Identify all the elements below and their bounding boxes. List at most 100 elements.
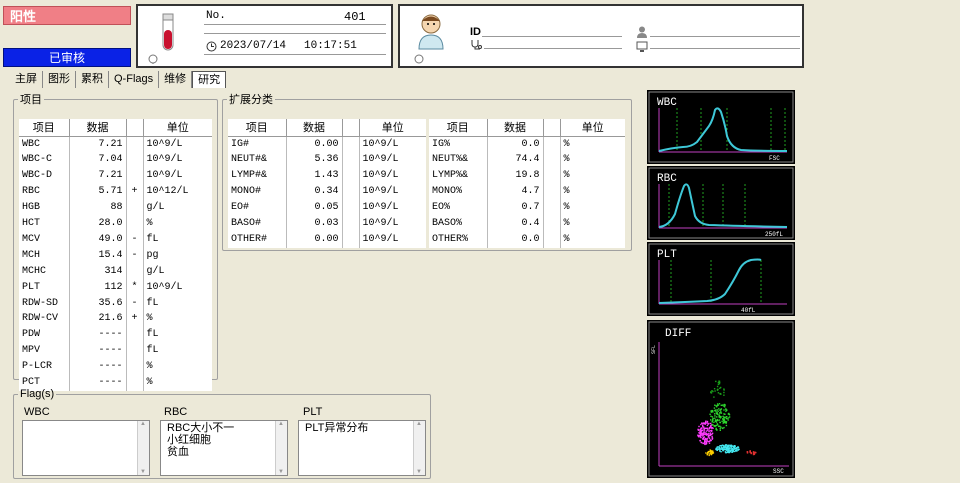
- sample-no-value: 401: [344, 10, 366, 24]
- extended-pct-row[interactable]: OTHER% 0.0%: [429, 231, 625, 248]
- ext-abs-header-unit: 单位: [359, 119, 426, 137]
- patient-id-label: ID: [470, 26, 481, 38]
- item-unit: 10^9/L: [362, 138, 399, 150]
- item-value: 0.0: [487, 136, 544, 153]
- extended-abs-row[interactable]: IG# 0.00 10^9/L: [228, 136, 426, 153]
- diff-scattergram[interactable]: DIFF SFL SSC: [647, 320, 795, 478]
- item-value: 0.0: [487, 231, 544, 248]
- items-table-row[interactable]: RDW-CV 21.6 +%: [19, 311, 212, 328]
- wbc-flags-scrollbar[interactable]: [137, 421, 149, 475]
- item-flag: +: [126, 184, 144, 201]
- extended-abs-row[interactable]: MONO# 0.34 10^9/L: [228, 184, 426, 201]
- extended-pct-row[interactable]: EO% 0.7%: [429, 200, 625, 217]
- diff-y-axis-label: SFL: [651, 345, 657, 354]
- items-table-row[interactable]: MCHC 314 g/L: [19, 263, 212, 280]
- items-table-row[interactable]: WBC-C 7.04 10^9/L: [19, 152, 212, 169]
- flags-rbc-label: RBC: [164, 406, 188, 418]
- item-unit: %: [146, 313, 153, 325]
- plt-axis-label: 40fL: [741, 307, 756, 314]
- rbc-flags-list[interactable]: RBC大小不一 小红细胞 贫血: [160, 420, 288, 476]
- item-flag: [342, 231, 360, 248]
- items-table-row[interactable]: PLT 112 * 10^9/L: [19, 279, 212, 296]
- item-name: RBC: [19, 184, 70, 201]
- extended-pct-row[interactable]: BASO% 0.4%: [429, 216, 625, 232]
- item-value: 28.0: [69, 216, 127, 232]
- item-name: WBC-C: [19, 152, 70, 169]
- items-table-row[interactable]: HGB 88 g/L: [19, 200, 212, 217]
- extended-pct-row[interactable]: MONO% 4.7%: [429, 184, 625, 201]
- doctor-avatar-icon: [418, 14, 444, 50]
- items-table-row[interactable]: WBC 7.21 10^9/L: [19, 136, 212, 153]
- extended-abs-row[interactable]: BASO# 0.03 10^9/L: [228, 216, 426, 232]
- plt-discriminator-lines: [670, 260, 762, 304]
- wbc-flags-list[interactable]: [22, 420, 150, 476]
- stethoscope-icon: [471, 40, 482, 50]
- item-unit: %: [563, 202, 570, 214]
- flags-group: Flag(s) WBC RBC PLT RBC大小不一 小红细胞 贫血 PLT异…: [13, 388, 431, 479]
- tab-main[interactable]: 主屏: [10, 71, 43, 88]
- item-value: 21.6: [69, 311, 127, 328]
- item-value: 1.43: [286, 168, 343, 185]
- tab-graph[interactable]: 图形: [43, 71, 76, 88]
- tab-research[interactable]: 研究: [192, 71, 227, 88]
- tab-cumulative[interactable]: 累积: [76, 71, 109, 88]
- item-flag: [342, 216, 360, 232]
- item-unit: %: [146, 218, 153, 230]
- item-flag: *: [126, 279, 144, 296]
- item-flag: [543, 184, 561, 201]
- items-table-row[interactable]: RBC 5.71 +10^12/L: [19, 184, 212, 201]
- items-table-row[interactable]: MPV ---- fL: [19, 343, 212, 360]
- extended-pct-row[interactable]: IG% 0.0%: [429, 136, 625, 153]
- plt-flags-list[interactable]: PLT异常分布: [298, 420, 426, 476]
- item-value: 4.7: [487, 184, 544, 201]
- item-name: LYMP#&: [228, 168, 287, 185]
- wbc-histogram[interactable]: WBC FSC: [647, 90, 795, 164]
- items-table-row[interactable]: RDW-SD 35.6- fL: [19, 295, 212, 312]
- items-legend: 项目: [20, 94, 42, 106]
- item-name: MPV: [19, 343, 70, 360]
- flags-wbc-label: WBC: [24, 406, 50, 418]
- extended-abs-row[interactable]: OTHER# 0.00 10^9/L: [228, 231, 426, 248]
- reader-icon: [414, 54, 424, 64]
- plt-flags-scrollbar[interactable]: [413, 421, 425, 475]
- diff-scatter-dots: [697, 380, 757, 457]
- extended-pct-row[interactable]: LYMP%& 19.8%: [429, 168, 625, 185]
- item-name: EO%: [429, 200, 488, 217]
- rbc-histogram[interactable]: RBC 250fL: [647, 166, 795, 240]
- tab-maintenance[interactable]: 维修: [159, 71, 193, 88]
- item-value: 49.0: [69, 231, 127, 248]
- extended-classification-group: 扩展分类 项目 数据 单位 IG# 0.00 10^9/L NEUT#& 5.36 10^…: [222, 91, 632, 251]
- extended-pct-row[interactable]: NEUT%& 74.4%: [429, 152, 625, 169]
- rbc-flags-scrollbar[interactable]: [275, 421, 287, 475]
- items-table: 项目 数据 单位 WBC 7.21 10^9/L WBC-C 7.04 10^9/L WBC…: [19, 119, 212, 391]
- tab-qflags[interactable]: Q-Flags: [109, 71, 160, 88]
- items-table-row[interactable]: WBC-D 7.21 10^9/L: [19, 168, 212, 185]
- items-table-row[interactable]: PDW ---- fL: [19, 327, 212, 344]
- item-value: 314: [69, 263, 127, 280]
- extended-abs-table: 项目 数据 单位 IG# 0.00 10^9/L NEUT#& 5.36 10^9/L LY…: [228, 119, 426, 248]
- item-flag: -: [126, 231, 144, 248]
- items-header-unit: 单位: [143, 119, 212, 137]
- extended-abs-row[interactable]: EO# 0.05 10^9/L: [228, 200, 426, 217]
- extended-abs-row[interactable]: LYMP#& 1.43 10^9/L: [228, 168, 426, 185]
- item-unit: fL: [146, 329, 159, 341]
- view-tabs: 主屏 图形 累积 Q-Flags 维修 研究: [10, 71, 227, 88]
- items-table-row[interactable]: HCT 28.0%: [19, 216, 212, 232]
- items-table-row[interactable]: MCV 49.0- fL: [19, 231, 212, 248]
- item-unit: %: [146, 361, 153, 373]
- item-unit: 10^9/L: [362, 233, 399, 245]
- sample-time: 10:17:51: [304, 40, 357, 52]
- item-unit: 10^12/L: [146, 186, 189, 198]
- item-name: OTHER%: [429, 231, 488, 248]
- item-flag: [126, 200, 144, 217]
- item-unit: 10^9/L: [146, 154, 183, 166]
- extended-abs-row[interactable]: NEUT#& 5.36 10^9/L: [228, 152, 426, 169]
- items-table-row[interactable]: MCH 15.4- pg: [19, 247, 212, 264]
- item-unit: %: [563, 218, 570, 230]
- item-name: P-LCR: [19, 359, 70, 376]
- item-unit: 10^9/L: [146, 281, 183, 293]
- item-name: MONO#: [228, 184, 287, 201]
- rbc-axis-label: 250fL: [765, 231, 783, 238]
- items-table-row[interactable]: P-LCR ----%: [19, 359, 212, 376]
- plt-histogram[interactable]: PLT 40fL: [647, 242, 795, 316]
